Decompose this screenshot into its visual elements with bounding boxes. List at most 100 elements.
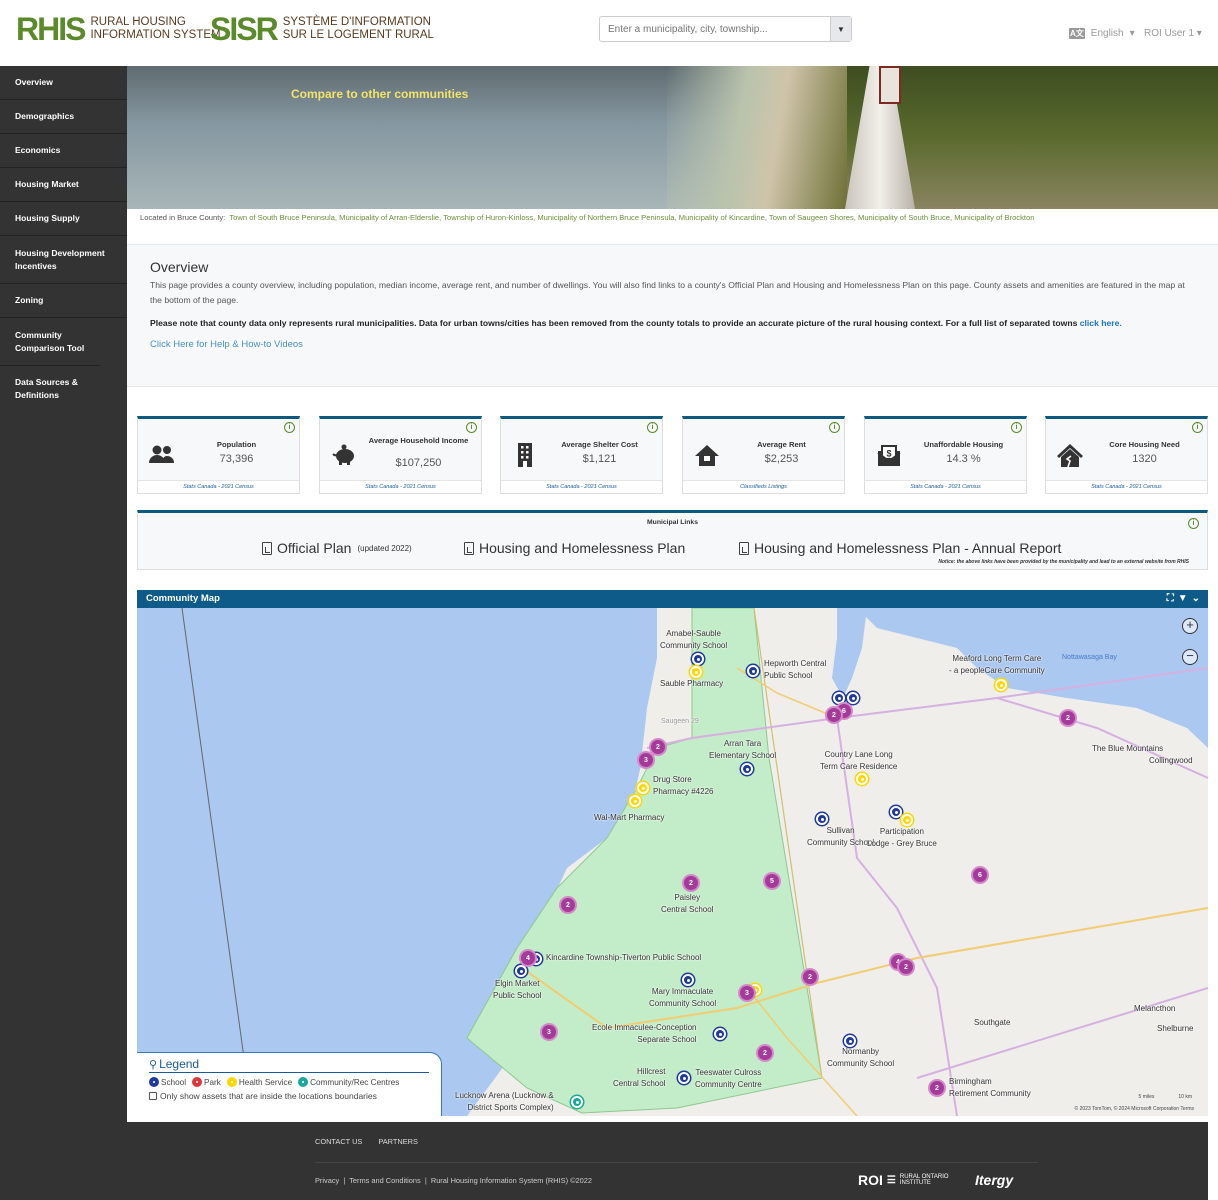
cluster-marker[interactable]: 4 — [521, 951, 535, 965]
sidebar-item-overview[interactable]: Overview — [0, 66, 127, 100]
community-map-header: Community Map ⛶ ▼ ⌄ — [137, 590, 1208, 608]
chevron-down-icon[interactable]: ⌄ — [1192, 590, 1200, 608]
fullscreen-icon[interactable]: ⛶ — [1167, 590, 1174, 608]
stat-source[interactable]: Stats Canada - 2021 Census — [138, 480, 299, 493]
filter-icon[interactable]: ▼ — [1178, 590, 1188, 608]
school-icon — [149, 1077, 159, 1087]
school-marker[interactable] — [714, 1028, 726, 1040]
legend-item-park: Park — [192, 1077, 221, 1087]
user-menu[interactable]: ROI User 1 ▾ — [1144, 28, 1202, 39]
school-marker[interactable] — [833, 692, 845, 704]
separated-towns-link[interactable]: click here. — [1080, 318, 1122, 328]
info-icon[interactable]: i — [466, 422, 477, 433]
info-icon[interactable]: i — [1011, 422, 1022, 433]
pdf-icon — [464, 541, 474, 555]
cluster-marker[interactable]: 2 — [758, 1046, 772, 1060]
cluster-marker[interactable]: 2 — [651, 740, 665, 754]
school-marker[interactable] — [682, 974, 694, 986]
cluster-marker[interactable]: 3 — [639, 753, 653, 767]
checkbox-icon[interactable] — [149, 1092, 157, 1100]
cluster-marker[interactable]: 2 — [1061, 711, 1075, 725]
stat-source[interactable]: Stats Canada - 2021 Census — [320, 480, 481, 493]
health-marker[interactable] — [901, 814, 913, 826]
municipality-search[interactable]: ▼ — [599, 16, 852, 42]
contact-us-link[interactable]: CONTACT US — [315, 1137, 362, 1146]
zoom-in-button[interactable]: + — [1182, 618, 1198, 634]
sidebar-item-zoning[interactable]: Zoning — [0, 284, 127, 318]
stat-label: Core Housing Need — [1109, 440, 1180, 449]
cluster-marker[interactable]: 3 — [740, 986, 754, 1000]
school-marker[interactable] — [741, 763, 753, 775]
terms-link[interactable]: Terms and Conditions — [349, 1176, 420, 1185]
rhis-logo[interactable]: RHIS RURAL HOUSING INFORMATION SYSTEM — [16, 13, 221, 45]
cluster-marker[interactable]: 2 — [930, 1081, 944, 1095]
caret-down-icon: ▾ — [1129, 28, 1135, 39]
stat-source[interactable]: Classifieds Listings — [683, 480, 844, 493]
rec-centre-marker[interactable] — [571, 1096, 583, 1108]
sisr-logo[interactable]: SISR SYSTÈME D'INFORMATION SUR LE LOGEMEN… — [210, 11, 434, 47]
school-marker[interactable] — [844, 1035, 856, 1047]
map-attribution[interactable]: © 2023 TomTom, © 2024 Microsoft Corporat… — [1075, 1106, 1194, 1112]
privacy-link[interactable]: Privacy — [315, 1176, 339, 1185]
info-icon[interactable]: i — [647, 422, 658, 433]
caret-down-icon[interactable]: ▼ — [830, 17, 851, 41]
info-icon[interactable]: i — [829, 422, 840, 433]
stat-label: Average Rent — [757, 440, 806, 449]
sidebar-item-community-comparison-tool[interactable]: Community Comparison Tool — [0, 318, 100, 366]
cluster-marker[interactable]: 3 — [542, 1025, 556, 1039]
hero-banner: Compare to other communities — [127, 66, 1218, 209]
itergy-logo[interactable]: Itergy — [975, 1172, 1013, 1188]
sidebar-item-demographics[interactable]: Demographics — [0, 100, 127, 134]
sidebar-item-housing-market[interactable]: Housing Market — [0, 168, 127, 202]
cluster-marker[interactable]: 2 — [899, 960, 913, 974]
cluster-marker[interactable]: 2 — [684, 876, 698, 890]
stat-source[interactable]: Stats Canada - 2021 Census — [501, 480, 662, 493]
language-selector[interactable]: A文 English ▾ — [1069, 28, 1135, 39]
health-marker[interactable] — [629, 795, 641, 807]
info-icon[interactable]: i — [284, 422, 295, 433]
municipality-links[interactable]: Town of South Bruce Peninsula, Municipal… — [229, 213, 1034, 222]
school-marker[interactable] — [678, 1072, 690, 1084]
cluster-marker[interactable]: 5 — [765, 874, 779, 888]
info-icon[interactable]: i — [1188, 518, 1199, 529]
school-marker[interactable] — [692, 653, 704, 665]
health-marker[interactable] — [637, 782, 649, 794]
health-marker[interactable] — [690, 666, 702, 678]
sidebar-item-housing-development-incentives[interactable]: Housing Development Incentives — [0, 236, 127, 284]
map-label: Southgate — [974, 1018, 1011, 1027]
stat-value: $1,121 — [582, 453, 617, 465]
stat-source[interactable]: Stats Canada - 2021 Census — [865, 480, 1026, 493]
sidebar-item-housing-supply[interactable]: Housing Supply — [0, 202, 127, 236]
official-plan-link[interactable]: Official Plan (updated 2022) — [262, 540, 412, 556]
sisr-acronym: SISR — [210, 11, 279, 47]
stat-source[interactable]: Stats Canada - 2021 Census — [1046, 480, 1207, 493]
scrollbar[interactable] — [1208, 1122, 1218, 1200]
stat-label: Unaffordable Housing — [923, 440, 1004, 449]
search-input[interactable] — [600, 17, 830, 41]
info-icon[interactable]: i — [1192, 422, 1203, 433]
cluster-marker[interactable]: 6 — [973, 868, 987, 882]
annual-report-link[interactable]: Housing and Homelessness Plan - Annual R… — [739, 540, 1061, 556]
cluster-marker[interactable]: 2 — [827, 708, 841, 722]
compare-communities-link[interactable]: Compare to other communities — [291, 87, 468, 101]
community-map[interactable]: Amabel-Sauble Community School Hepworth C… — [137, 608, 1208, 1116]
school-marker[interactable] — [747, 665, 759, 677]
zoom-out-button[interactable]: − — [1182, 649, 1198, 665]
cluster-marker[interactable]: 2 — [561, 898, 575, 912]
housing-homelessness-plan-link[interactable]: Housing and Homelessness Plan — [464, 540, 685, 556]
health-marker[interactable] — [995, 679, 1007, 691]
school-marker[interactable] — [890, 806, 902, 818]
inside-boundaries-checkbox[interactable]: Only show assets that are inside the loc… — [149, 1091, 429, 1101]
sidebar-item-data-sources[interactable]: Data Sources & Definitions — [0, 366, 100, 412]
school-marker[interactable] — [847, 692, 859, 704]
sisr-line2: SUR LE LOGEMENT RURAL — [282, 29, 434, 41]
school-marker[interactable] — [816, 813, 828, 825]
health-marker[interactable] — [856, 773, 868, 785]
school-marker[interactable] — [515, 965, 527, 977]
cluster-marker[interactable]: 2 — [803, 970, 817, 984]
sidebar-item-economics[interactable]: Economics — [0, 134, 127, 168]
partners-link[interactable]: PARTNERS — [378, 1137, 418, 1146]
roi-logo[interactable]: ROI ☰ RURAL ONTARIO INSTITUTE — [858, 1172, 960, 1188]
help-videos-link[interactable]: Click Here for Help & How-to Videos — [150, 339, 1195, 350]
map-label: Birmingham Retirement Community — [949, 1077, 1031, 1098]
